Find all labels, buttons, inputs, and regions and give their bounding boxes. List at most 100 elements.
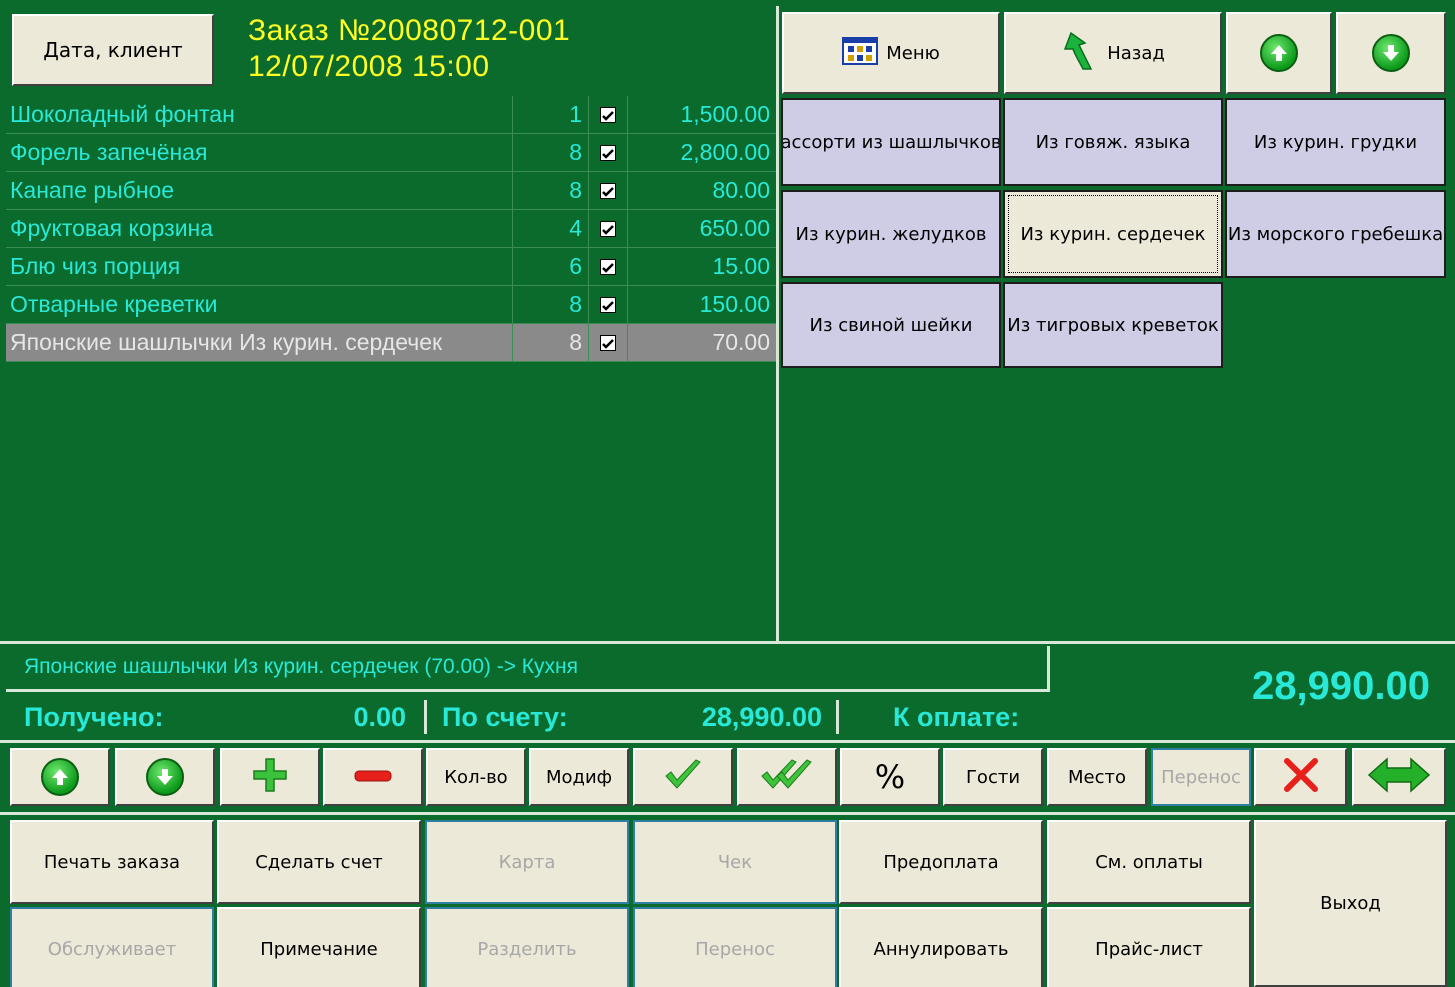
order-title: Заказ №20080712-001 <box>248 14 571 47</box>
confirm-all-button[interactable] <box>737 748 837 806</box>
check-icon <box>663 758 703 797</box>
discount-button[interactable]: % <box>840 748 940 806</box>
to-pay-label: К оплате: <box>893 702 1020 732</box>
arrow-down-icon <box>1372 34 1410 72</box>
serves-button-disabled[interactable]: Обслуживает <box>10 907 214 987</box>
double-arrow-icon <box>1367 755 1431 800</box>
item-price: 15.00 <box>712 253 770 279</box>
item-name: Отварные креветки <box>10 291 218 317</box>
pos-window: Дата, клиент Заказ №20080712-001 12/07/2… <box>0 0 1455 987</box>
confirm-button[interactable] <box>633 748 733 806</box>
quantity-button[interactable]: Кол-во <box>426 748 526 806</box>
order-row[interactable]: Форель запечёная 8 2,800.00 <box>6 134 776 172</box>
switch-panel-button[interactable] <box>1352 748 1446 806</box>
category-button[interactable]: Из морского гребешка <box>1225 190 1446 278</box>
order-row[interactable]: Шоколадный фонтан 1 1,500.00 <box>6 96 776 134</box>
item-name: Шоколадный фонтан <box>10 101 235 127</box>
item-checkbox[interactable] <box>588 134 628 171</box>
toolbar-bottom-border <box>0 812 1455 815</box>
cancel-order-button[interactable]: Аннулировать <box>839 907 1043 987</box>
item-checkbox[interactable] <box>588 286 628 323</box>
date-client-button[interactable]: Дата, клиент <box>12 14 214 86</box>
double-check-icon <box>759 758 815 797</box>
print-order-button[interactable]: Печать заказа <box>10 820 214 904</box>
item-name: Канапе рыбное <box>10 177 175 203</box>
order-row-selected[interactable]: Японские шашлычки Из курин. сердечек 8 7… <box>6 324 776 362</box>
order-row[interactable]: Фруктовая корзина 4 650.00 <box>6 210 776 248</box>
order-datetime: 12/07/2008 15:00 <box>248 50 490 83</box>
item-checkbox[interactable] <box>588 172 628 209</box>
scroll-up-button[interactable] <box>1226 12 1332 94</box>
item-qty: 8 <box>512 134 588 171</box>
split-button-disabled[interactable]: Разделить <box>425 907 629 987</box>
place-button[interactable]: Место <box>1047 748 1147 806</box>
item-name: Японские шашлычки Из курин. сердечек <box>10 329 443 355</box>
order-row[interactable]: Блю чиз порция 6 15.00 <box>6 248 776 286</box>
category-button[interactable]: Из свиной шейки <box>781 282 1001 368</box>
received-label: Получено: <box>24 702 164 732</box>
separator <box>424 700 427 734</box>
arrow-up-icon <box>41 758 79 796</box>
back-label: Назад <box>1107 42 1165 64</box>
category-button[interactable]: Из курин. желудков <box>781 190 1001 278</box>
transfer-action-button-disabled[interactable]: Перенос <box>633 907 837 987</box>
card-button-disabled[interactable]: Карта <box>425 820 629 904</box>
item-qty: 8 <box>512 324 588 361</box>
check-button-disabled[interactable]: Чек <box>633 820 837 904</box>
item-price: 150.00 <box>699 291 770 317</box>
bill-value: 28,990.00 <box>701 702 822 732</box>
selected-item-info: Японские шашлычки Из курин. сердечек (70… <box>6 646 1050 692</box>
item-qty: 4 <box>512 210 588 247</box>
checkmark-icon <box>600 220 616 237</box>
order-row[interactable]: Канапе рыбное 8 80.00 <box>6 172 776 210</box>
bill-label: По счету: <box>442 702 568 732</box>
decrease-button[interactable] <box>323 748 423 806</box>
scroll-down-button[interactable] <box>1336 12 1446 94</box>
to-pay-total: 28,990.00 <box>1252 664 1430 708</box>
close-icon <box>1281 755 1321 800</box>
plus-icon <box>250 755 290 800</box>
grid-menu-icon <box>842 36 879 70</box>
price-list-button[interactable]: Прайс-лист <box>1047 907 1251 987</box>
checkmark-icon <box>600 182 616 199</box>
guests-button[interactable]: Гости <box>943 748 1043 806</box>
back-button[interactable]: Назад <box>1004 12 1222 94</box>
item-price: 1,500.00 <box>680 101 770 127</box>
category-button[interactable]: ассорти из шашлычков <box>781 98 1001 186</box>
category-button[interactable]: Из курин. грудки <box>1225 98 1446 186</box>
modifier-button[interactable]: Модиф <box>529 748 629 806</box>
row-down-button[interactable] <box>115 748 215 806</box>
make-bill-button[interactable]: Сделать счет <box>217 820 421 904</box>
delete-button[interactable] <box>1254 748 1347 806</box>
vertical-divider <box>776 6 779 642</box>
transfer-button-disabled[interactable]: Перенос <box>1151 748 1251 806</box>
exit-button[interactable]: Выход <box>1254 820 1447 987</box>
row-up-button[interactable] <box>10 748 110 806</box>
item-checkbox[interactable] <box>588 324 628 361</box>
order-row[interactable]: Отварные креветки 8 150.00 <box>6 286 776 324</box>
menu-button[interactable]: Меню <box>782 12 1000 94</box>
separator <box>836 700 839 734</box>
item-price: 650.00 <box>699 215 770 241</box>
item-checkbox[interactable] <box>588 210 628 247</box>
toolbar-top-border <box>0 740 1455 743</box>
item-name: Форель запечёная <box>10 139 208 165</box>
item-checkbox[interactable] <box>588 248 628 285</box>
menu-label: Меню <box>886 42 940 64</box>
back-arrow-icon <box>1061 31 1097 76</box>
prepay-button[interactable]: Предоплата <box>839 820 1043 904</box>
item-checkbox[interactable] <box>588 96 628 133</box>
item-qty: 8 <box>512 172 588 209</box>
increase-button[interactable] <box>220 748 320 806</box>
item-qty: 1 <box>512 96 588 133</box>
item-price: 70.00 <box>712 329 770 355</box>
show-payments-button[interactable]: См. оплаты <box>1047 820 1251 904</box>
category-button-selected[interactable]: Из курин. сердечек <box>1003 190 1223 278</box>
checkmark-icon <box>600 144 616 161</box>
category-button[interactable]: Из говяж. языка <box>1003 98 1223 186</box>
arrow-down-icon <box>146 758 184 796</box>
note-button[interactable]: Примечание <box>217 907 421 987</box>
checkmark-icon <box>600 296 616 313</box>
order-list: Шоколадный фонтан 1 1,500.00 Форель запе… <box>6 96 776 641</box>
category-button[interactable]: Из тигровых креветок <box>1003 282 1223 368</box>
